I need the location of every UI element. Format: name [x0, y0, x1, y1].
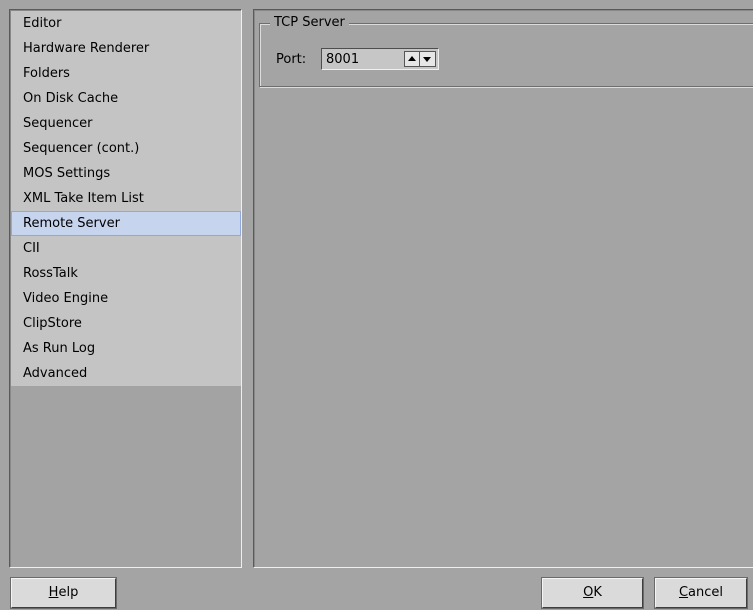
sidebar-item-editor[interactable]: Editor	[11, 11, 241, 36]
port-decrement-button[interactable]	[420, 51, 436, 67]
tcp-server-group: TCP Server Port:	[259, 15, 753, 87]
sidebar-item-hardware-renderer[interactable]: Hardware Renderer	[11, 36, 241, 61]
settings-category-list[interactable]: Editor Hardware Renderer Folders On Disk…	[9, 9, 242, 568]
sidebar-item-folders[interactable]: Folders	[11, 61, 241, 86]
sidebar-item-advanced[interactable]: Advanced	[11, 361, 241, 386]
port-spinbox[interactable]	[321, 48, 439, 70]
cancel-label: ancel	[688, 585, 724, 600]
help-mnemonic: H	[48, 585, 59, 600]
sidebar-item-rosstalk[interactable]: RossTalk	[11, 261, 241, 286]
sidebar-item-cii[interactable]: CII	[11, 236, 241, 261]
settings-content-panel: TCP Server Port:	[253, 9, 753, 568]
cancel-button[interactable]: Cancel	[655, 578, 747, 608]
sidebar-item-xml-take-item-list[interactable]: XML Take Item List	[11, 186, 241, 211]
port-input[interactable]	[324, 51, 400, 67]
port-label: Port:	[276, 52, 307, 67]
ok-label: K	[593, 585, 602, 600]
sidebar-item-as-run-log[interactable]: As Run Log	[11, 336, 241, 361]
triangle-up-icon	[408, 56, 416, 61]
sidebar-item-video-engine[interactable]: Video Engine	[11, 286, 241, 311]
sidebar-item-sequencer-cont[interactable]: Sequencer (cont.)	[11, 136, 241, 161]
ok-button[interactable]: OK	[542, 578, 643, 608]
help-label: elp	[58, 585, 79, 600]
ok-mnemonic: O	[583, 585, 594, 600]
triangle-down-icon	[423, 57, 431, 62]
cancel-mnemonic: C	[678, 585, 689, 600]
sidebar-item-mos-settings[interactable]: MOS Settings	[11, 161, 241, 186]
sidebar-item-on-disk-cache[interactable]: On Disk Cache	[11, 86, 241, 111]
port-spin-buttons	[404, 51, 436, 67]
help-button[interactable]: Help	[11, 578, 116, 608]
sidebar-item-clipstore[interactable]: ClipStore	[11, 311, 241, 336]
tcp-server-group-title: TCP Server	[270, 15, 349, 31]
sidebar-item-remote-server[interactable]: Remote Server	[11, 211, 241, 236]
category-items: Editor Hardware Renderer Folders On Disk…	[11, 11, 241, 386]
port-increment-button[interactable]	[404, 51, 420, 67]
sidebar-item-sequencer[interactable]: Sequencer	[11, 111, 241, 136]
